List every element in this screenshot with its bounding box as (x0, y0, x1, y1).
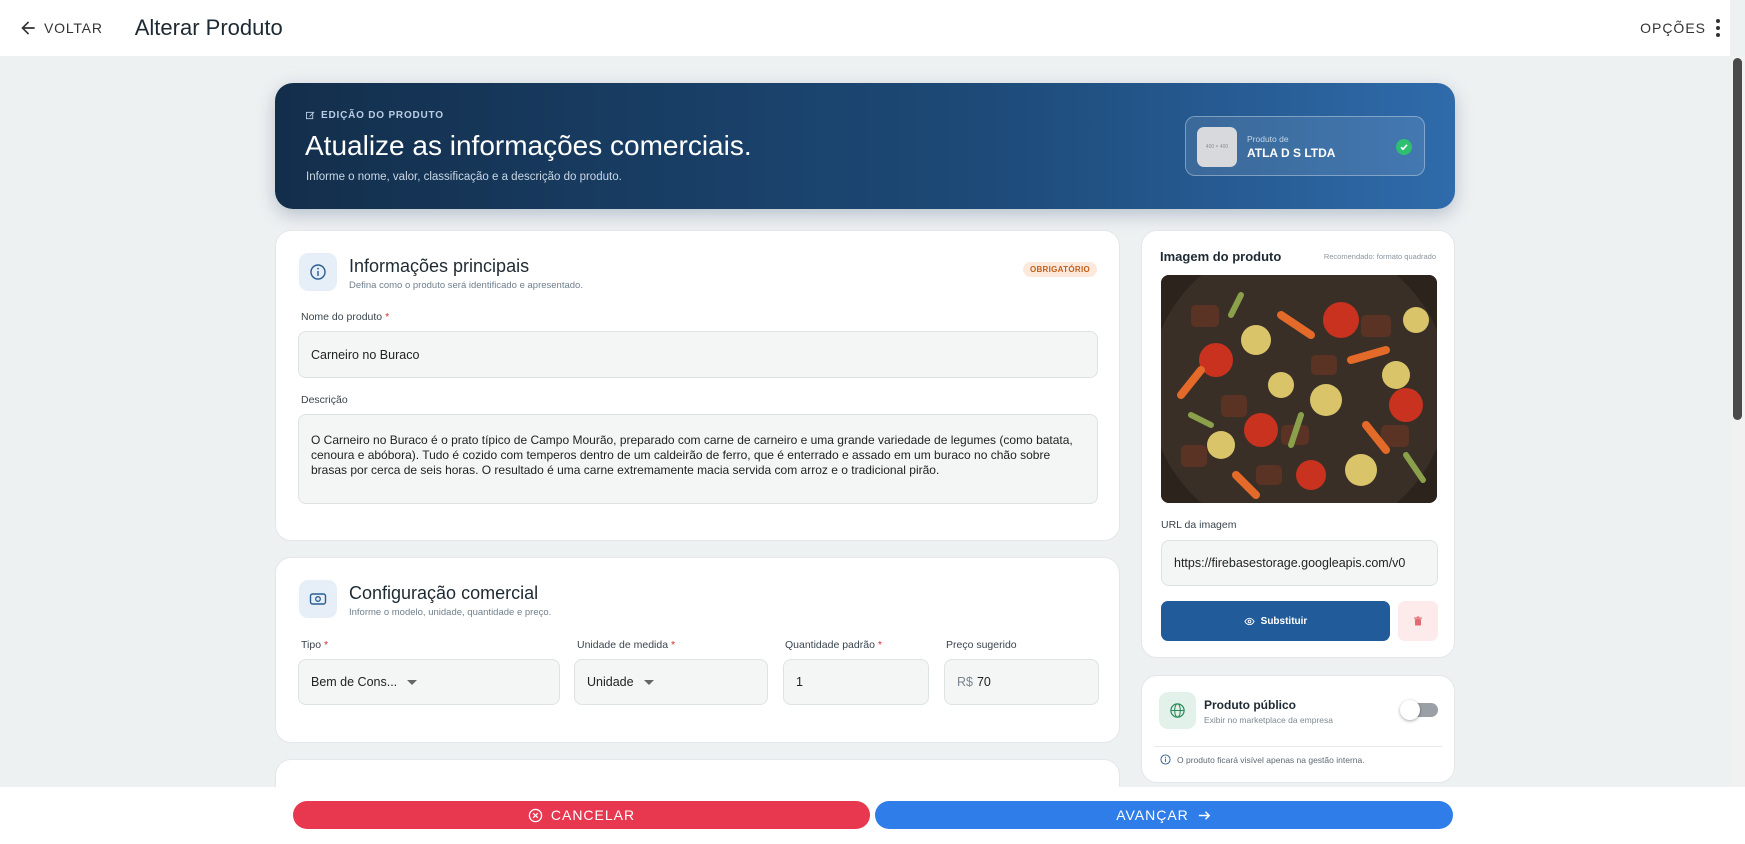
quantity-input[interactable]: 1 (783, 659, 929, 705)
name-label-text: Nome do produto (301, 311, 383, 323)
main-info-card: Informações principais Defina como o pro… (275, 230, 1120, 541)
description-label: Descrição (301, 394, 348, 406)
image-recommendation: Recomendado: formato quadrado (1323, 252, 1436, 261)
public-note-text: O produto ficará visível apenas na gestã… (1177, 754, 1365, 765)
type-value: Bem de Cons... (311, 675, 398, 689)
caret-down-icon (407, 679, 418, 685)
company-name: ATLA D S LTDA (1247, 146, 1336, 160)
check-icon (1396, 139, 1412, 155)
options-button[interactable]: OPÇÕES (1640, 19, 1720, 37)
globe-icon (1159, 692, 1196, 729)
price-value: 70 (976, 675, 991, 689)
quantity-label: Quantidade padrão * (785, 639, 882, 651)
money-icon (299, 580, 337, 618)
hero-subtitle: Informe o nome, valor, classificação e a… (306, 171, 622, 183)
edit-icon (306, 111, 315, 120)
arrow-right-icon (1198, 810, 1211, 820)
product-image (1161, 275, 1437, 503)
image-card-title: Imagem do produto (1160, 249, 1282, 264)
image-card: Imagem do produto Recomendado: formato q… (1141, 230, 1455, 658)
scrollbar-thumb[interactable] (1733, 58, 1742, 420)
required-badge: OBRIGATÓRIO (1022, 262, 1097, 277)
public-note: O produto ficará visível apenas na gestã… (1160, 754, 1365, 765)
unit-label: Unidade de medida * (577, 639, 676, 651)
currency-prefix: R$ (957, 675, 973, 689)
footer-actions: CANCELAR AVANÇAR (0, 787, 1745, 844)
next-button[interactable]: AVANÇAR (875, 801, 1453, 829)
section-title: Configuração comercial (349, 583, 539, 603)
public-product-card: Produto público Exibir no marketplace da… (1141, 675, 1455, 783)
company-label: Produto de (1247, 134, 1289, 144)
toggle-knob (1400, 700, 1420, 720)
unit-select[interactable]: Unidade (574, 659, 768, 705)
quantity-label-text: Quantidade padrão (785, 639, 875, 651)
divider (1154, 746, 1442, 747)
cancel-label: CANCELAR (550, 807, 636, 823)
replace-image-button[interactable]: Substituir (1161, 601, 1390, 641)
type-label-text: Tipo (301, 639, 322, 651)
section-subtitle: Informe o modelo, unidade, quantidade e … (349, 607, 552, 618)
unit-label-text: Unidade de medida (577, 639, 669, 651)
cancel-button[interactable]: CANCELAR (293, 801, 870, 829)
commercial-card: Configuração comercial Informe o modelo,… (275, 557, 1120, 743)
description-textarea[interactable]: O Carneiro no Buraco é o prato típico de… (298, 414, 1098, 504)
more-vertical-icon (1716, 19, 1720, 37)
type-label: Tipo * (301, 639, 329, 651)
arrow-left-icon (21, 21, 35, 35)
info-icon (1160, 754, 1171, 765)
eye-icon (1244, 617, 1255, 625)
type-select[interactable]: Bem de Cons... (298, 659, 560, 705)
hero-title: Atualize as informações comerciais. (305, 130, 752, 161)
company-thumbnail: 400 × 400 (1197, 127, 1237, 167)
caret-down-icon (643, 679, 654, 685)
public-toggle[interactable] (1400, 700, 1438, 720)
unit-value: Unidade (587, 675, 634, 689)
company-card: 400 × 400 Produto de ATLA D S LTDA (1185, 116, 1425, 176)
hero-banner: EDIÇÃO DO PRODUTO Atualize as informaçõe… (275, 83, 1455, 209)
options-label: OPÇÕES (1640, 20, 1706, 36)
name-label: Nome do produto * (301, 311, 390, 323)
next-label: AVANÇAR (1116, 807, 1189, 823)
price-label: Preço sugerido (946, 639, 1017, 651)
price-input[interactable]: R$ 70 (944, 659, 1099, 705)
back-button[interactable]: VOLTAR (18, 18, 103, 38)
close-circle-icon (528, 808, 543, 822)
hero-eyebrow-text: EDIÇÃO DO PRODUTO (321, 110, 444, 121)
replace-image-label: Substituir (1260, 615, 1308, 627)
image-url-input[interactable]: https://firebasestorage.googleapis.com/v… (1161, 540, 1438, 586)
image-url-label: URL da imagem (1161, 519, 1237, 531)
page-title: Alterar Produto (134, 15, 283, 40)
hero-eyebrow: EDIÇÃO DO PRODUTO (306, 110, 444, 121)
top-bar: VOLTAR Alterar Produto OPÇÕES (0, 0, 1730, 56)
section-subtitle: Defina como o produto será identificado … (349, 280, 583, 291)
public-subtitle: Exibir no marketplace da empresa (1204, 715, 1333, 725)
trash-icon (1414, 616, 1422, 626)
delete-image-button[interactable] (1398, 601, 1438, 641)
public-title: Produto público (1204, 698, 1296, 712)
product-name-input[interactable]: Carneiro no Buraco (298, 331, 1098, 378)
info-icon (299, 253, 337, 291)
section-title: Informações principais (349, 256, 530, 276)
back-label: VOLTAR (44, 20, 103, 36)
